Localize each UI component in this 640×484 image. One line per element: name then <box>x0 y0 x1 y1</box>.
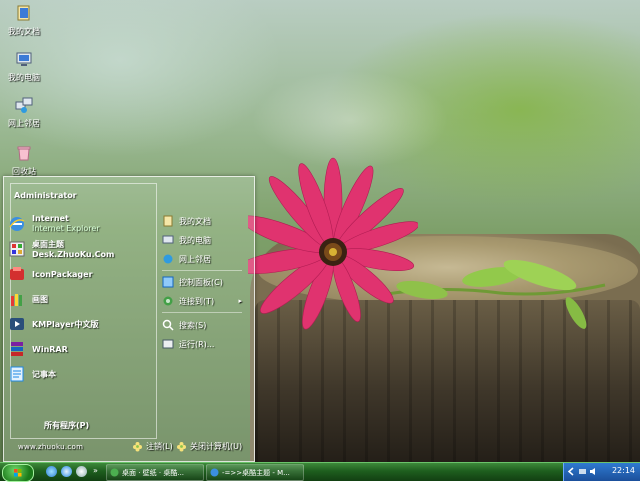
my-documents-icon <box>163 215 173 227</box>
start-menu-item-kmplayer[interactable]: KMPlayer中文版 <box>8 313 146 335</box>
desktop-icon-label: 我的文档 <box>8 27 40 36</box>
start-menu-right-label: 运行(R)... <box>179 339 215 349</box>
start-menu-right-label: 连接到(T) <box>179 296 215 306</box>
desktop-icon-label: 我的电脑 <box>8 73 40 82</box>
start-menu-separator <box>162 312 242 313</box>
connect-to-icon <box>163 296 173 306</box>
run-icon <box>162 339 174 349</box>
start-button[interactable] <box>2 464 34 482</box>
paint-icon <box>11 294 22 306</box>
start-menu-right-label: 搜索(S) <box>179 320 207 330</box>
start-menu-right-connect-to[interactable]: 连接到(T) ▸ <box>162 293 250 309</box>
desktop-icon-recycle-bin[interactable]: 回收站 <box>4 144 44 177</box>
start-menu-right-label: 控制面板(C) <box>179 277 223 287</box>
taskbar-button-wallpaper-site[interactable]: 桌面 · 壁纸 · 桌酷... <box>106 464 204 481</box>
logoff-flower-icon <box>133 442 142 452</box>
taskbar: » 桌面 · 壁纸 · 桌酷... -=>>桌酷主题 - M... 22:14 <box>0 462 640 482</box>
start-menu-item-label: IconPackager <box>32 269 93 279</box>
taskbar-button-label: -=>>桌酷主题 - M... <box>222 468 290 477</box>
start-menu-right-my-documents[interactable]: 我的文档 <box>162 213 250 229</box>
start-menu-right-label: 我的文档 <box>179 216 211 226</box>
start-menu-item-internet[interactable]: Internet Internet Explorer <box>8 213 146 235</box>
start-menu-item-label: WinRAR <box>32 344 68 354</box>
logoff-label: 注销(L) <box>146 442 173 451</box>
theme-app-icon <box>9 241 25 257</box>
browser-icon <box>110 468 119 477</box>
start-menu-item-winrar[interactable]: WinRAR <box>8 338 146 360</box>
shutdown-flower-icon <box>177 442 186 452</box>
ie-window-icon <box>210 468 219 477</box>
desktop-icon-network-places[interactable]: 网上邻居 <box>4 96 44 129</box>
my-documents-icon <box>17 5 30 21</box>
taskbar-button-theme-window[interactable]: -=>>桌酷主题 - M... <box>206 464 304 481</box>
quicklaunch-ie-icon[interactable] <box>61 466 72 477</box>
tray-volume-icon[interactable] <box>589 467 598 476</box>
quicklaunch-browser-icon[interactable] <box>46 466 57 477</box>
shutdown-label: 关闭计算机(U) <box>190 442 243 451</box>
notepad-icon <box>10 366 24 382</box>
winrar-icon <box>11 342 23 356</box>
recycle-bin-icon <box>17 146 31 161</box>
start-menu-item-label: 桌面主题Desk.ZhuoKu.Com <box>32 240 115 259</box>
search-icon <box>162 319 174 331</box>
start-menu-separator <box>162 270 242 271</box>
start-menu-item-notepad[interactable]: 记事本 <box>8 363 146 385</box>
start-menu-item-paint[interactable]: 画图 <box>8 288 146 310</box>
my-computer-icon <box>162 235 174 244</box>
start-menu-item-theme[interactable]: 桌面主题Desk.ZhuoKu.Com <box>8 238 146 260</box>
start-menu-right-run[interactable]: 运行(R)... <box>162 336 250 352</box>
start-menu-right-network-places[interactable]: 网上邻居 <box>162 251 250 267</box>
desktop-icon-my-documents[interactable]: 我的文档 <box>4 4 44 37</box>
internet-explorer-icon <box>9 217 25 231</box>
start-menu-right-label: 我的电脑 <box>179 235 211 245</box>
wallpaper-flower <box>248 157 418 330</box>
start-menu-item-label: KMPlayer中文版 <box>32 319 99 329</box>
start-menu-item-label: 记事本 <box>32 369 56 379</box>
start-menu-item-label: Internet <box>32 214 69 223</box>
network-places-icon <box>15 97 33 113</box>
clock[interactable]: 22:14 <box>612 466 635 475</box>
start-menu-right-my-computer[interactable]: 我的电脑 <box>162 232 250 248</box>
my-computer-icon <box>16 52 32 66</box>
start-menu-right-control-panel[interactable]: 控制面板(C) <box>162 274 250 290</box>
network-places-icon <box>163 254 173 264</box>
quicklaunch-desktop-icon[interactable] <box>76 466 87 477</box>
start-menu-username: Administrator <box>14 191 77 200</box>
start-menu-item-sublabel: Internet Explorer <box>32 224 100 233</box>
submenu-arrow-icon: ▸ <box>238 297 242 305</box>
shutdown-button[interactable]: 关闭计算机(U) <box>176 441 242 452</box>
all-programs-button[interactable]: 所有程序(P) <box>44 420 89 431</box>
start-menu-right-search[interactable]: 搜索(S) <box>162 317 250 333</box>
control-panel-icon <box>162 276 174 288</box>
taskbar-button-label: 桌面 · 壁纸 · 桌酷... <box>122 468 185 477</box>
kmplayer-icon <box>10 318 24 330</box>
start-menu-url: www.zhuoku.com <box>18 443 84 451</box>
iconpackager-icon <box>10 267 24 280</box>
system-tray: 22:14 <box>563 463 640 481</box>
quicklaunch-expand-icon[interactable]: » <box>93 466 98 475</box>
start-menu-right-label: 网上邻居 <box>179 254 211 264</box>
start-menu: Administrator Internet Internet Explorer… <box>3 176 255 462</box>
tray-network-icon[interactable] <box>578 467 587 476</box>
desktop-icon-my-computer[interactable]: 我的电脑 <box>4 50 44 83</box>
start-menu-item-label: 画图 <box>32 294 48 304</box>
logoff-button[interactable]: 注销(L) <box>132 441 173 452</box>
tray-arrow-icon[interactable] <box>567 467 576 476</box>
desktop-icon-label: 网上邻居 <box>8 119 40 128</box>
start-menu-item-iconpackager[interactable]: IconPackager <box>8 263 146 285</box>
windows-logo-icon <box>14 469 22 477</box>
